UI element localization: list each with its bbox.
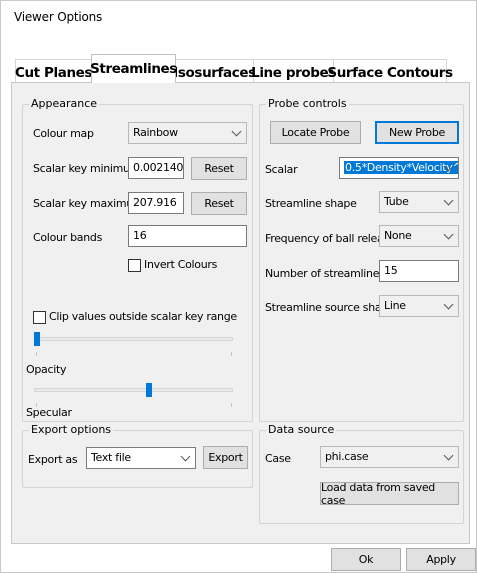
ball-release-label: Frequency of ball release	[265, 232, 396, 245]
data-source-group: Data source Case phi.case Load data from…	[259, 423, 464, 524]
num-streamlines-input[interactable]: 15	[379, 260, 459, 282]
load-saved-case-button[interactable]: Load data from saved case	[320, 481, 459, 507]
probe-controls-group: Probe controls Locate Probe New Probe Sc…	[259, 97, 464, 422]
streamlines-panel: Appearance Colour map Rainbow Scalar key…	[11, 82, 470, 544]
scalar-max-input[interactable]: 207.916	[128, 192, 184, 214]
scalar-max-reset-button[interactable]: Reset	[191, 192, 247, 215]
window-title: Viewer Options	[14, 10, 103, 24]
new-probe-button[interactable]: New Probe	[375, 121, 459, 144]
appearance-title: Appearance	[29, 97, 100, 111]
chevron-down-icon	[231, 126, 242, 137]
clip-values-label: Clip values outside scalar key range	[49, 310, 237, 323]
export-as-select[interactable]: Text file	[86, 447, 196, 469]
chevron-down-icon	[180, 451, 191, 462]
specular-label: Specular	[26, 406, 72, 419]
case-label: Case	[265, 452, 291, 465]
invert-colours-checkbox[interactable]	[128, 259, 141, 272]
export-as-label: Export as	[28, 453, 78, 466]
probe-controls-title: Probe controls	[266, 97, 349, 111]
opacity-tick	[231, 352, 232, 356]
opacity-tick	[36, 352, 37, 356]
export-options-group: Export options Export as Text file Expor…	[22, 423, 253, 488]
scalar-select[interactable]: 0.5*Density*Velocity^2	[339, 157, 459, 179]
colour-map-select[interactable]: Rainbow	[128, 122, 247, 144]
locate-probe-button[interactable]: Locate Probe	[270, 121, 361, 144]
ok-button[interactable]: Ok	[331, 548, 401, 571]
specular-slider-track[interactable]	[34, 388, 233, 392]
colour-map-label: Colour map	[33, 127, 94, 140]
scalar-min-input[interactable]: 0.0021406	[128, 157, 184, 179]
export-options-title: Export options	[29, 423, 114, 437]
clip-values-checkbox[interactable]	[33, 311, 46, 324]
colour-bands-label: Colour bands	[33, 231, 102, 244]
streamline-shape-select[interactable]: Tube	[379, 191, 459, 213]
viewer-options-dialog: Viewer Options Cut Planes Streamlines Is…	[0, 0, 477, 573]
opacity-label: Opacity	[26, 363, 67, 376]
streamline-shape-label: Streamline shape	[265, 197, 357, 210]
specular-tick	[231, 403, 232, 407]
scalar-min-label: Scalar key minimum	[33, 162, 141, 175]
export-button[interactable]: Export	[203, 446, 248, 469]
opacity-slider-thumb[interactable]	[34, 332, 40, 346]
specular-slider-thumb[interactable]	[145, 383, 152, 397]
scalar-label: Scalar	[265, 163, 298, 176]
chevron-down-icon	[443, 450, 454, 461]
source-shape-select[interactable]: Line	[379, 295, 459, 317]
opacity-slider-track[interactable]	[34, 337, 233, 341]
title-bar: Viewer Options	[1, 1, 476, 41]
invert-colours-label: Invert Colours	[144, 258, 218, 271]
ball-release-select[interactable]: None	[379, 225, 459, 247]
source-shape-label: Streamline source shape	[265, 301, 395, 314]
appearance-group: Appearance Colour map Rainbow Scalar key…	[22, 97, 253, 422]
data-source-title: Data source	[266, 423, 337, 437]
colour-bands-input[interactable]: 16	[128, 225, 247, 247]
chevron-down-icon	[443, 195, 454, 206]
tab-streamlines[interactable]: Streamlines	[90, 54, 177, 83]
case-select[interactable]: phi.case	[320, 446, 459, 468]
scalar-min-reset-button[interactable]: Reset	[191, 157, 247, 180]
num-streamlines-label: Number of streamlines	[265, 267, 385, 280]
apply-button[interactable]: Apply	[406, 548, 476, 571]
scalar-max-label: Scalar key maximum	[33, 197, 144, 210]
chevron-down-icon	[443, 299, 454, 310]
chevron-down-icon	[443, 229, 454, 240]
